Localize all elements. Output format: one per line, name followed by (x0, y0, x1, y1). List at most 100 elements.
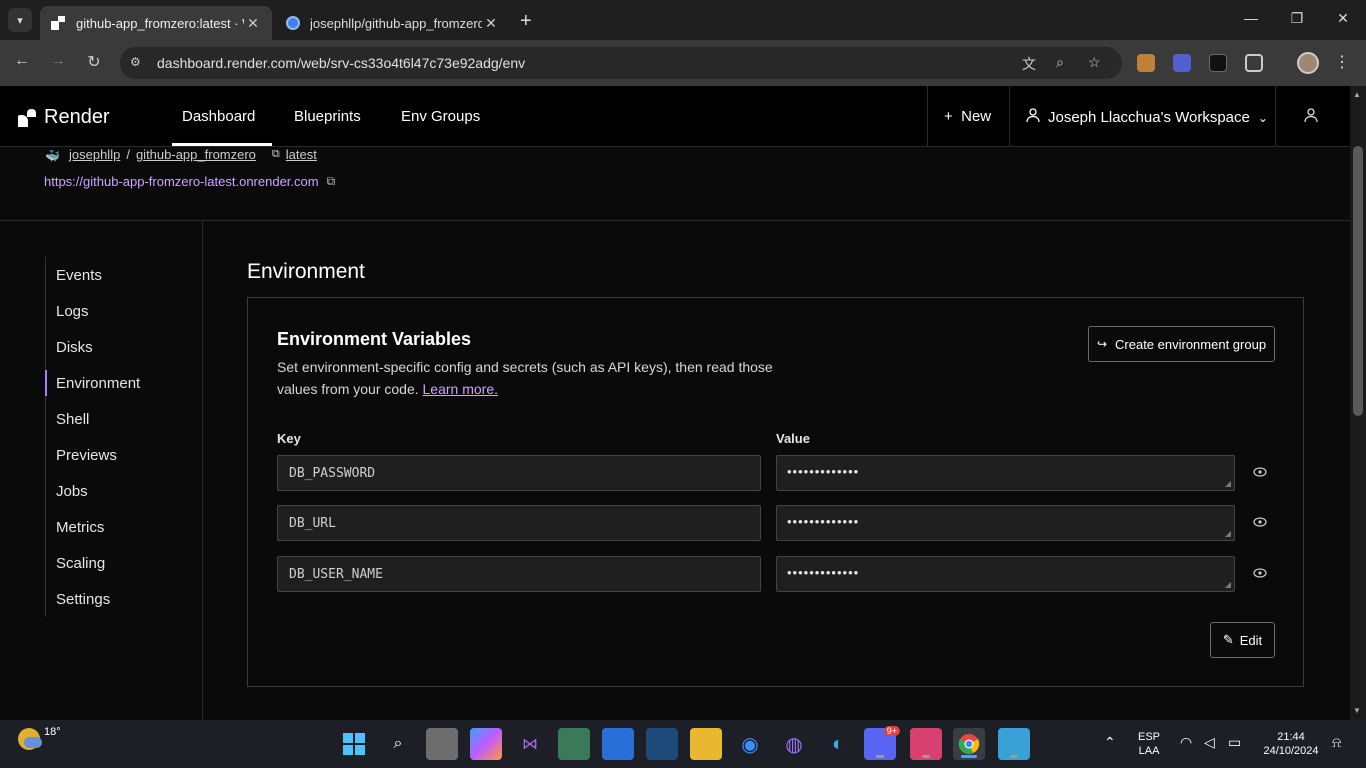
sidebar-item-shell[interactable]: Shell (56, 411, 89, 428)
sidebar-item-metrics[interactable]: Metrics (56, 519, 104, 536)
translate-icon[interactable]: 文 (1022, 54, 1036, 74)
scroll-up-arrow-icon[interactable]: ▲ (1353, 90, 1361, 99)
url-text[interactable]: dashboard.render.com/web/srv-cs33o4t6l47… (157, 55, 525, 71)
learn-more-link[interactable]: Learn more. (423, 381, 498, 397)
copilot-icon[interactable] (470, 728, 502, 760)
site-info-icon[interactable]: ⚙ (130, 55, 146, 71)
bookmark-star-icon[interactable]: ☆ (1088, 54, 1101, 71)
eye-icon[interactable] (1251, 465, 1269, 480)
repo-name-link[interactable]: github-app_fromzero (136, 147, 256, 162)
edit-button[interactable]: ✎ Edit (1210, 622, 1275, 658)
service-url-link[interactable]: https://github-app-fromzero-latest.onren… (44, 174, 319, 189)
git-tool-icon[interactable] (558, 728, 590, 760)
sidebar-item-events[interactable]: Events (56, 267, 102, 284)
android-studio-icon[interactable]: ◉ (734, 728, 766, 760)
reload-icon[interactable]: ↻ (84, 52, 104, 72)
clock[interactable]: 21:44 24/10/2024 (1258, 730, 1324, 758)
workspace-switcher[interactable]: Joseph Llacchua's Workspace ⌄ (1026, 108, 1268, 127)
render-logo[interactable]: Render (18, 106, 110, 129)
header-divider (927, 86, 928, 147)
resize-handle-icon[interactable]: ◢ (1225, 479, 1232, 488)
image-tag-link[interactable]: latest (286, 147, 317, 162)
resize-handle-icon[interactable]: ◢ (1225, 529, 1232, 538)
account-button[interactable] (1304, 108, 1318, 127)
profile-avatar[interactable] (1297, 52, 1319, 74)
nav-env-groups[interactable]: Env Groups (401, 108, 480, 125)
scroll-thumb[interactable] (1353, 146, 1363, 416)
minimize-icon[interactable]: — (1241, 10, 1261, 26)
sidebar-item-jobs[interactable]: Jobs (56, 483, 88, 500)
description-text: Set environment-specific config and secr… (277, 359, 773, 397)
visual-studio-icon[interactable]: ⋈ (514, 728, 546, 760)
mysql-workbench-icon[interactable] (646, 728, 678, 760)
wifi-icon[interactable]: ◠ (1180, 734, 1192, 751)
env-key-field[interactable]: DB_PASSWORD (277, 455, 761, 491)
new-button[interactable]: + New (944, 108, 991, 125)
tab-search-button[interactable]: ▾ (8, 8, 32, 32)
extensions-puzzle-icon[interactable] (1245, 54, 1263, 72)
extension-icon[interactable] (1209, 54, 1227, 72)
tab-close-icon[interactable]: ✕ (482, 15, 500, 32)
address-bar[interactable]: ⚙ dashboard.render.com/web/srv-cs33o4t6l… (120, 47, 1122, 79)
weather-widget[interactable]: 18° (18, 726, 61, 750)
sidebar-item-disks[interactable]: Disks (56, 339, 93, 356)
chrome-icon[interactable] (953, 728, 985, 760)
tray-chevron-up-icon[interactable]: ⌃ (1104, 734, 1116, 751)
browser-menu-icon[interactable]: ⋮ (1334, 52, 1350, 72)
intellij-icon[interactable] (910, 728, 942, 760)
notepad-icon[interactable] (998, 728, 1030, 760)
github-desktop-icon[interactable]: ◍ (778, 728, 810, 760)
browser-tab-active[interactable]: github-app_fromzero:latest · W ✕ (40, 6, 272, 40)
eye-icon[interactable] (1251, 515, 1269, 530)
close-window-icon[interactable]: ✕ (1333, 10, 1353, 27)
sidebar-item-scaling[interactable]: Scaling (56, 555, 105, 572)
env-value-field[interactable]: ••••••••••••• ◢ (776, 505, 1235, 541)
discord-icon[interactable]: 9+ (864, 726, 900, 760)
task-view-icon[interactable] (426, 728, 458, 760)
start-windows-icon[interactable] (338, 728, 370, 760)
nav-blueprints[interactable]: Blueprints (294, 108, 361, 125)
file-explorer-icon[interactable] (690, 728, 722, 760)
extension-icon[interactable] (1137, 54, 1155, 72)
service-info: 🐳 josephllp / github-app_fromzero ⧉ late… (0, 147, 1350, 221)
running-indicator (922, 755, 930, 758)
zoom-icon[interactable]: ⌕ (1056, 54, 1064, 71)
back-arrow-icon[interactable]: ← (12, 52, 32, 70)
scroll-down-arrow-icon[interactable]: ▼ (1353, 706, 1361, 715)
sidebar-item-logs[interactable]: Logs (56, 303, 89, 320)
env-value-field[interactable]: ••••••••••••• ◢ (776, 556, 1235, 592)
nav-dashboard[interactable]: Dashboard (182, 108, 255, 125)
browser-tab[interactable]: josephllp/github-app_fromzero ✕ (276, 6, 510, 40)
env-key-field[interactable]: DB_USER_NAME (277, 556, 761, 592)
forward-arrow-icon[interactable]: → (48, 52, 68, 70)
extension-icon[interactable] (1173, 54, 1191, 72)
create-environment-group-button[interactable]: ↪ Create environment group (1088, 326, 1275, 362)
language-indicator[interactable]: ESP LAA (1138, 730, 1160, 758)
volume-icon[interactable]: ◁ (1204, 734, 1215, 751)
new-tab-plus-icon[interactable]: + (520, 10, 532, 33)
resize-handle-icon[interactable]: ◢ (1225, 580, 1232, 589)
store-icon[interactable] (602, 728, 634, 760)
tag-icon: ⧉ (271, 148, 280, 160)
active-indicator (961, 755, 977, 758)
tab-close-icon[interactable]: ✕ (244, 15, 262, 32)
page-scrollbar[interactable]: ▲ ▼ (1350, 86, 1366, 720)
header-divider (1009, 86, 1010, 147)
search-icon[interactable]: ⌕ (382, 728, 414, 760)
sidebar-item-previews[interactable]: Previews (56, 447, 117, 464)
edge-icon[interactable]: ◐ (822, 728, 854, 760)
eye-icon[interactable] (1251, 566, 1269, 581)
env-value-field[interactable]: ••••••••••••• ◢ (776, 455, 1235, 491)
site-favicon-icon (286, 16, 300, 30)
notification-bell-icon[interactable]: ⍾ (1332, 734, 1341, 751)
copy-icon[interactable]: ⧉ (327, 174, 336, 189)
restore-icon[interactable]: ❐ (1287, 10, 1307, 27)
battery-icon[interactable]: ▭ (1228, 734, 1241, 751)
env-key-field[interactable]: DB_URL (277, 505, 761, 541)
repo-owner-link[interactable]: josephllp (69, 147, 120, 162)
lang-code: ESP (1138, 731, 1161, 743)
sidebar-item-environment[interactable]: Environment (56, 375, 140, 392)
sidebar-active-indicator (45, 370, 47, 396)
app-header: Render Dashboard Blueprints Env Groups +… (0, 86, 1350, 147)
sidebar-item-settings[interactable]: Settings (56, 591, 110, 608)
